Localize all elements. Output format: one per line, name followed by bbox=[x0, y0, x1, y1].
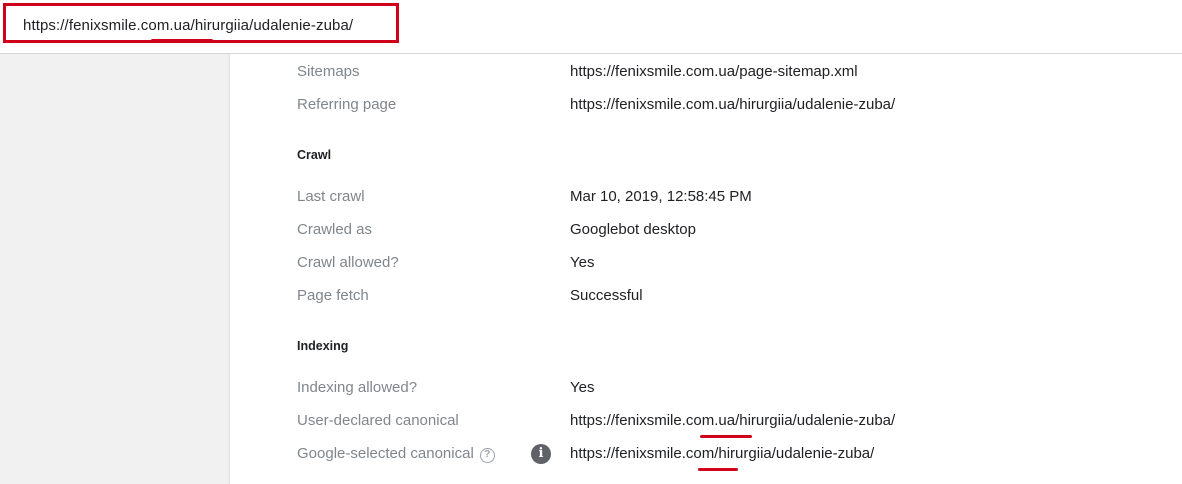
section-heading-crawl: Crawl bbox=[297, 148, 332, 162]
highlighted-url-box: https://fenixsmile.com.ua/hirurgiia/udal… bbox=[3, 3, 399, 43]
annotation-underline bbox=[151, 39, 213, 42]
value-crawled-as: Googlebot desktop bbox=[570, 221, 696, 238]
annotation-underline bbox=[700, 435, 752, 438]
row-indexing-allowed: Indexing allowed? Yes bbox=[230, 379, 1180, 403]
row-crawl-allowed: Crawl allowed? Yes bbox=[230, 254, 1180, 278]
section-heading-indexing: Indexing bbox=[297, 339, 349, 353]
value-indexing-allowed: Yes bbox=[570, 379, 595, 396]
label-page-fetch: Page fetch bbox=[297, 287, 369, 304]
label-google-selected-canonical: Google-selected canonical? bbox=[297, 445, 495, 463]
label-crawled-as: Crawled as bbox=[297, 221, 373, 238]
row-crawled-as: Crawled as Googlebot desktop bbox=[230, 221, 1180, 245]
value-user-declared-canonical[interactable]: https://fenixsmile.com.ua/hirurgiia/udal… bbox=[570, 412, 895, 429]
address-bar: https://fenixsmile.com.ua/hirurgiia/udal… bbox=[0, 0, 1182, 54]
label-indexing-allowed: Indexing allowed? bbox=[297, 379, 418, 396]
value-last-crawl: Mar 10, 2019, 12:58:45 PM bbox=[570, 188, 752, 205]
annotation-underline bbox=[698, 468, 738, 471]
google-selected-canonical-text: Google-selected canonical bbox=[297, 445, 474, 462]
value-sitemaps[interactable]: https://fenixsmile.com.ua/page-sitemap.x… bbox=[570, 63, 858, 80]
label-sitemaps: Sitemaps bbox=[297, 63, 360, 80]
value-referring-page[interactable]: https://fenixsmile.com.ua/hirurgiia/udal… bbox=[570, 96, 895, 113]
row-google-selected-canonical: Google-selected canonical? i https://fen… bbox=[230, 444, 1180, 471]
value-crawl-allowed: Yes bbox=[570, 254, 595, 271]
label-user-declared-canonical: User-declared canonical bbox=[297, 412, 459, 429]
info-icon[interactable]: i bbox=[531, 444, 551, 464]
row-user-declared-canonical: User-declared canonical https://fenixsmi… bbox=[230, 412, 1180, 438]
value-google-selected-canonical[interactable]: https://fenixsmile.com/hirurgiia/udaleni… bbox=[570, 445, 874, 462]
value-page-fetch: Successful bbox=[570, 287, 643, 304]
help-circle-icon[interactable]: ? bbox=[479, 448, 495, 463]
label-referring-page: Referring page bbox=[297, 96, 397, 113]
row-last-crawl: Last crawl Mar 10, 2019, 12:58:45 PM bbox=[230, 188, 1180, 212]
url-inspection-panel: Sitemaps https://fenixsmile.com.ua/page-… bbox=[229, 54, 1182, 484]
row-referring-page: Referring page https://fenixsmile.com.ua… bbox=[230, 96, 1180, 120]
row-sitemaps: Sitemaps https://fenixsmile.com.ua/page-… bbox=[230, 63, 1180, 87]
label-crawl-allowed: Crawl allowed? bbox=[297, 254, 399, 271]
label-last-crawl: Last crawl bbox=[297, 188, 365, 205]
url-text: https://fenixsmile.com.ua/hirurgiia/udal… bbox=[23, 17, 354, 34]
row-page-fetch: Page fetch Successful bbox=[230, 287, 1180, 311]
